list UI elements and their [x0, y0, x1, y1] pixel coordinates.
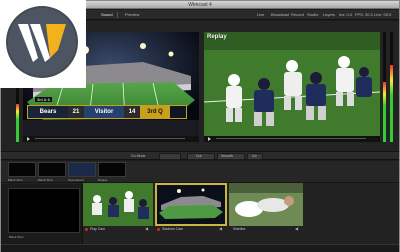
record-indicator	[85, 228, 88, 231]
cut-transition-button[interactable]: Cut	[187, 153, 215, 160]
shot-thumb-blank-2[interactable]	[38, 162, 66, 177]
shot-caption: Replay	[98, 178, 108, 182]
go-mode-dropdown[interactable]	[159, 153, 181, 160]
shot-thumb-replay[interactable]	[98, 162, 126, 177]
program-scrub-track[interactable]	[216, 138, 366, 139]
smooth-label: Smooth	[221, 154, 234, 158]
preview-audio-level	[16, 103, 19, 142]
toolbar-divider	[117, 12, 118, 18]
program-transport-bar	[204, 136, 380, 142]
replay-overlay-label: Replay	[207, 34, 227, 40]
go-mode-label[interactable]: Go Mode	[131, 152, 145, 161]
toolbar-item-record[interactable]: Record	[291, 10, 304, 20]
smooth-transition-button[interactable]: Smooth	[217, 153, 245, 160]
shot-caption: Scoreboard	[68, 178, 84, 182]
media-thumb-stadium-cam-selected[interactable]	[155, 183, 227, 226]
down-and-distance: 3rd & 6	[35, 97, 52, 102]
media-thumb-sideline[interactable]	[229, 183, 303, 226]
toolbar-item-live[interactable]: Live	[257, 10, 264, 20]
football-play-image	[204, 32, 380, 142]
transition-bar: Go Mode Cut Smooth Go	[1, 151, 399, 160]
play-cam-image	[83, 183, 153, 226]
media-caption: Sideline	[233, 227, 246, 231]
media-thumb-play-cam[interactable]	[83, 183, 153, 226]
shot-bins: Blank Shot Blank Shot Scoreboard Replay …	[1, 161, 399, 252]
toolbar-item-sound[interactable]: Sound	[101, 10, 113, 20]
layer-bin: Blank Shot	[1, 184, 83, 252]
program-audio-level	[383, 81, 386, 142]
blank-shot-thumbnail[interactable]	[8, 188, 80, 233]
visitor-team-name: Visitor	[84, 106, 124, 118]
scoreboard-overlay: Bears 21 Visitor 14 3rd Q	[27, 105, 187, 119]
play-icon[interactable]	[27, 137, 30, 141]
layer-row-top: Blank Shot Blank Shot Scoreboard Replay	[1, 161, 399, 183]
sideline-image	[229, 183, 303, 226]
home-team-score: 21	[68, 106, 84, 118]
master-audio-level	[390, 65, 393, 142]
preview-scrub-track[interactable]	[35, 138, 185, 139]
media-caption: Stadium Cam	[162, 227, 184, 231]
shot-thumb-blank-1[interactable]	[8, 162, 36, 177]
quarter-indicator: 3rd Q	[140, 106, 170, 118]
home-team-name: Bears	[28, 106, 68, 118]
play-icon[interactable]	[208, 137, 211, 141]
shot-caption: Blank Shot	[38, 178, 53, 182]
wirecast-logo-icon	[6, 6, 78, 78]
speaker-icon[interactable]: ◀	[219, 226, 222, 231]
go-button[interactable]: Go	[247, 153, 263, 160]
speaker-icon[interactable]: ◀	[295, 226, 298, 231]
toolbar-item-layers[interactable]: Layers	[323, 10, 335, 20]
blank-shot-caption: Blank Shot	[9, 235, 24, 239]
toolbar-item-fps: FPS: 30.0	[355, 12, 373, 17]
status-bar	[1, 244, 399, 252]
program-monitor[interactable]: Replay	[204, 32, 380, 142]
speaker-icon[interactable]: ◀	[145, 226, 148, 231]
visitor-team-score: 14	[124, 106, 140, 118]
toolbar-item-preview[interactable]: Preview	[125, 10, 139, 20]
wirecast-logo	[0, 0, 86, 88]
shot-thumb-scoreboard[interactable]	[68, 162, 96, 177]
shot-caption: Blank Shot	[8, 178, 23, 182]
stadium-cam-image	[157, 185, 225, 224]
record-indicator	[157, 228, 160, 231]
toolbar-item-studio[interactable]: Studio	[307, 10, 318, 20]
program-audio-meter-left	[383, 32, 386, 142]
program-audio-meter-right	[390, 32, 393, 142]
toolbar-item-live-time: Live: 00:0	[374, 12, 392, 17]
preview-transport-bar	[23, 136, 199, 142]
media-caption: Play Cam	[90, 227, 106, 231]
toolbar-item-ins: Ins: 0.0	[339, 12, 353, 17]
go-label: Go	[252, 154, 257, 158]
toolbar-item-broadcast[interactable]: Broadcast	[271, 10, 289, 20]
cut-label: Cut	[196, 154, 202, 158]
